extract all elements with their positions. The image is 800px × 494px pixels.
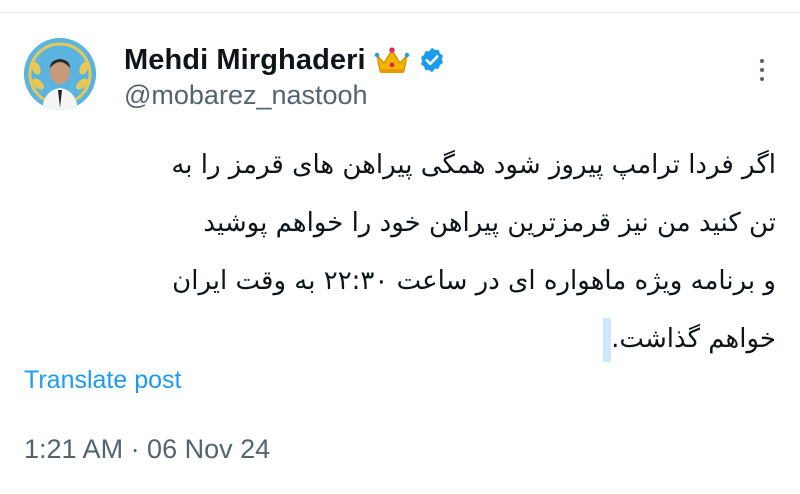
more-dot [760,59,764,63]
translate-post-link[interactable]: Translate post [24,366,181,395]
author-row: Mehdi Mirghaderi [124,40,446,80]
tweet-line: و برنامه ویژه ماهواره ای در ساعت ۲۲:۳۰ ب… [172,266,776,296]
post-timestamp[interactable]: 1:21 AM · 06 Nov 24 [24,434,270,465]
more-dot [760,77,764,81]
crown-icon [374,45,410,75]
tweet-line-last: خواهم گذاشت. [24,310,776,368]
avatar-image [24,38,96,110]
tweet-line: خواهم گذاشت. [611,324,776,354]
verified-icon[interactable] [418,46,446,74]
display-name[interactable]: Mehdi Mirghaderi [124,44,366,77]
more-vertical-icon[interactable] [748,52,776,88]
tweet-text: اگر فردا ترامپ پیروز شود همگی پیراهن های… [24,136,776,368]
author-handle[interactable]: @mobarez_nastooh [124,80,368,111]
tweet-card: Mehdi Mirghaderi @mobarez_nastooh اگر فر… [0,0,800,494]
avatar[interactable] [24,38,96,110]
more-dot [760,68,764,72]
tweet-line: تن کنید من نیز قرمزترین پیراهن خود را خو… [203,208,776,238]
tweet-line: اگر فردا ترامپ پیروز شود همگی پیراهن های… [171,150,776,180]
divider [0,12,800,13]
text-selection-caret [603,317,612,362]
